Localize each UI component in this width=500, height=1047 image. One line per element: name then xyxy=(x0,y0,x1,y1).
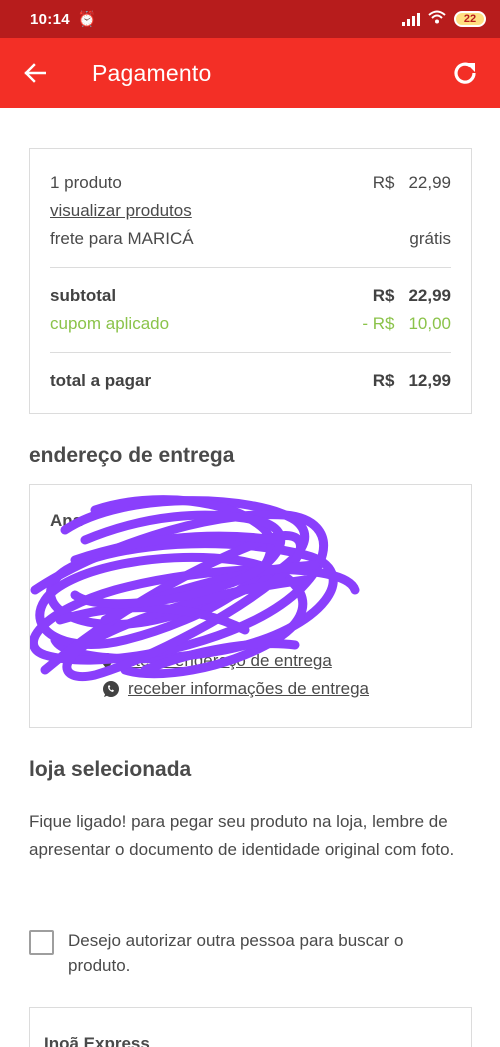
store-name: Inoã Express xyxy=(44,1034,150,1047)
whatsapp-icon xyxy=(103,681,119,697)
coupon-row: cupom aplicado - R$ 10,00 xyxy=(50,310,451,338)
authorize-checkbox-label: Desejo autorizar outra pessoa para busca… xyxy=(68,931,404,975)
selected-store-title: loja selecionada xyxy=(29,758,192,781)
recipient-name: Ana xyxy=(50,511,83,530)
back-button[interactable] xyxy=(0,38,70,108)
subtotal-value: 22,99 xyxy=(408,286,451,305)
subtotal-row: subtotal R$ 22,99 xyxy=(50,282,451,310)
coupon-price: - R$ 10,00 xyxy=(362,310,451,338)
app-bar: Pagamento xyxy=(0,38,500,108)
view-products-link[interactable]: visualizar produtos xyxy=(50,197,192,225)
products-row: 1 produto R$ 22,99 xyxy=(50,169,451,197)
delivery-address-card: Ana alterar endereço de entrega receber … xyxy=(29,484,472,728)
receive-info-link[interactable]: receber informações de entrega xyxy=(102,679,369,699)
total-price: R$ 12,99 xyxy=(373,367,451,395)
wifi-icon xyxy=(428,10,446,29)
order-summary-card: 1 produto R$ 22,99 visualizar produtos f… xyxy=(29,148,472,414)
divider xyxy=(50,267,451,268)
authorize-person-option[interactable]: Desejo autorizar outra pessoa para busca… xyxy=(29,928,469,978)
delivery-address-title: endereço de entrega xyxy=(29,444,235,467)
store-card[interactable]: Inoã Express xyxy=(29,1007,472,1047)
status-bar: 10:14 ⏰ 22 xyxy=(0,0,500,38)
shipping-row: frete para MARICÁ grátis xyxy=(50,225,451,253)
coupon-value: 10,00 xyxy=(408,314,451,333)
status-icons: 22 xyxy=(402,10,486,29)
status-time: 10:14 xyxy=(30,10,70,28)
divider xyxy=(50,352,451,353)
battery-icon: 22 xyxy=(454,11,486,27)
refresh-button[interactable] xyxy=(430,38,500,108)
currency-label: R$ xyxy=(372,173,395,192)
subtotal-label: subtotal xyxy=(50,286,117,305)
coupon-label: cupom aplicado xyxy=(50,314,170,333)
products-price: R$ 22,99 xyxy=(373,169,451,197)
products-label: 1 produto xyxy=(50,173,122,192)
signal-icon xyxy=(402,12,420,26)
subtotal-price: R$ 22,99 xyxy=(373,282,451,310)
shipping-label: frete para MARICÁ xyxy=(50,229,194,248)
change-address-link[interactable]: alterar endereço de entrega xyxy=(100,651,332,671)
authorize-checkbox[interactable] xyxy=(29,930,54,955)
pin-icon xyxy=(101,653,113,669)
shipping-value: grátis xyxy=(409,229,451,248)
total-label: total a pagar xyxy=(50,371,152,390)
currency-label: R$ xyxy=(372,286,395,305)
view-products-row: visualizar produtos xyxy=(50,197,451,225)
products-value: 22,99 xyxy=(408,173,451,192)
total-row: total a pagar R$ 12,99 xyxy=(50,367,451,395)
refresh-icon xyxy=(454,62,476,84)
page-title: Pagamento xyxy=(92,59,212,86)
currency-label: - R$ xyxy=(362,314,395,333)
total-value: 12,99 xyxy=(408,371,451,390)
alarm-icon: ⏰ xyxy=(77,11,97,28)
store-notice: Fique ligado! para pegar seu produto na … xyxy=(29,812,455,859)
receive-info-label: receber informações de entrega xyxy=(128,679,369,698)
currency-label: R$ xyxy=(372,371,395,390)
arrow-back-icon xyxy=(24,63,46,83)
change-address-label: alterar endereço de entrega xyxy=(122,651,332,670)
